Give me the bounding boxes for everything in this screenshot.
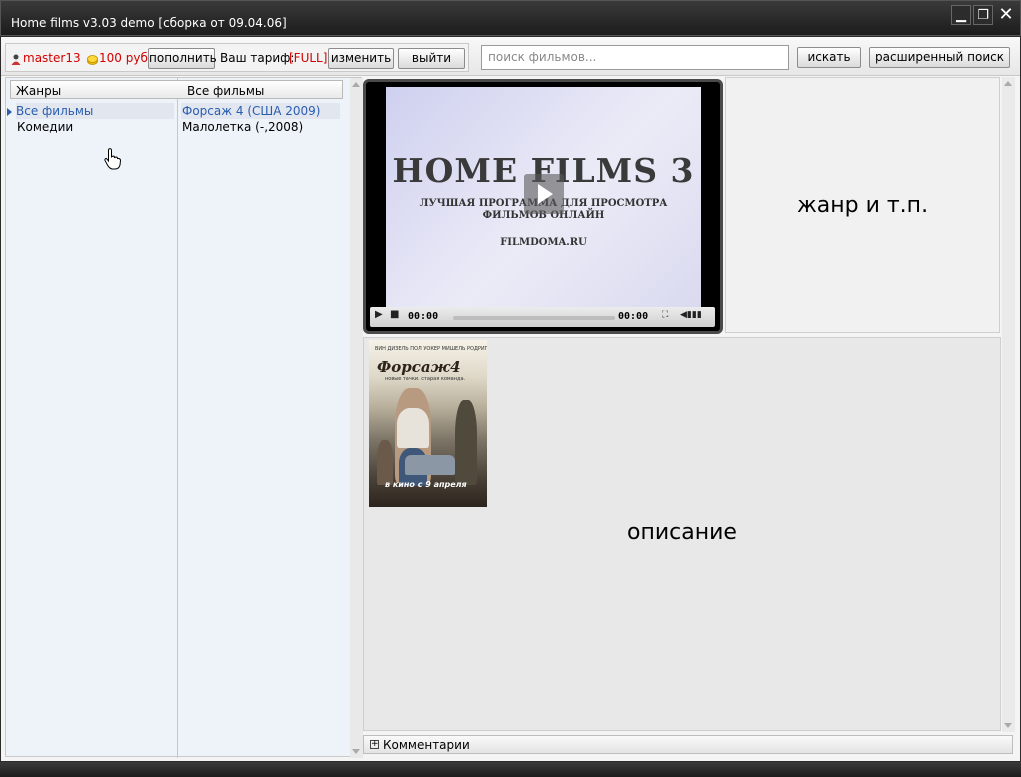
genre-item-label: Комедии [17, 120, 74, 134]
poster-title: Форсаж4 [377, 358, 461, 376]
advanced-search-button[interactable]: расширенный поиск [869, 47, 1010, 68]
progress-track[interactable] [453, 316, 615, 320]
comments-bar[interactable]: + Комментарии [363, 735, 1013, 754]
play-icon [538, 184, 553, 204]
minimize-button[interactable]: ▁ [951, 5, 971, 25]
close-button[interactable]: ✕ [996, 5, 1016, 25]
scroll-down-icon[interactable] [1004, 723, 1012, 728]
poster-cast: ВИН ДИЗЕЛЬ ПОЛ УОКЕР МИШЕЛЬ РОДРИГЕС ДЖО… [375, 346, 487, 352]
coins-icon [87, 55, 98, 65]
client-area: master13 100 руб пополнить Ваш тариф: [F… [1, 37, 1020, 761]
film-details: HOME FILMS 3 ЛУЧШАЯ ПРОГРАММА ДЛЯ ПРОСМО… [362, 77, 1016, 757]
window-title: Home films v3.03 demo [сборка от 09.04.0… [11, 16, 287, 30]
film-item-label: Малолетка (-,2008) [182, 120, 304, 134]
selected-arrow-icon [7, 108, 12, 116]
description-text: описание [627, 520, 737, 545]
genre-info: жанр и т.п. [796, 193, 929, 218]
poster-figure [377, 440, 393, 485]
poster-figure [397, 408, 429, 448]
poster-tagline: новые тачки. старая команда. [385, 376, 466, 382]
restore-button[interactable]: ❐ [973, 5, 993, 25]
details-scrollbar[interactable] [1002, 77, 1015, 732]
poster-release: в кино с 9 апреля [385, 480, 467, 489]
scroll-up-icon[interactable] [352, 82, 360, 87]
toolbar: master13 100 руб пополнить Ваш тариф: [F… [1, 37, 1020, 76]
comments-label: Комментарии [383, 738, 470, 752]
list-header: Жанры Все фильмы [10, 80, 343, 99]
fullscreen-icon[interactable]: ⛶ [662, 310, 668, 320]
time-total: 00:00 [618, 311, 649, 322]
films-header[interactable]: Все фильмы [187, 84, 264, 98]
video-player[interactable]: HOME FILMS 3 ЛУЧШАЯ ПРОГРАММА ДЛЯ ПРОСМО… [363, 79, 723, 334]
logout-button[interactable]: выйти [398, 48, 465, 69]
genres-header[interactable]: Жанры [16, 84, 61, 98]
volume-icon[interactable]: ◀▮▮▮ [680, 310, 702, 320]
account-panel: master13 100 руб пополнить Ваш тариф: [F… [5, 43, 469, 72]
username: master13 [23, 51, 81, 65]
change-tariff-button[interactable]: изменить [328, 48, 394, 69]
balance: 100 руб [99, 51, 148, 65]
genre-item-all[interactable]: Все фильмы [16, 103, 174, 119]
next-window-titlebar [0, 762, 1021, 777]
film-item-fast-furious[interactable]: Форсаж 4 (США 2009) [181, 103, 340, 119]
video-screen[interactable]: HOME FILMS 3 ЛУЧШАЯ ПРОГРАММА ДЛЯ ПРОСМО… [386, 87, 701, 307]
scroll-down-icon[interactable] [352, 749, 360, 754]
play-icon[interactable]: ▶ [375, 309, 383, 320]
title-bar: Home films v3.03 demo [сборка от 09.04.0… [0, 0, 1021, 36]
hand-cursor-icon [104, 148, 122, 170]
film-item-malolet[interactable]: Малолетка (-,2008) [181, 119, 340, 135]
film-item-label: Форсаж 4 (США 2009) [182, 104, 321, 118]
tariff-label: Ваш тариф: [220, 51, 295, 65]
stop-icon[interactable]: ■ [390, 309, 399, 320]
film-poster: ВИН ДИЗЕЛЬ ПОЛ УОКЕР МИШЕЛЬ РОДРИГЕС ДЖО… [369, 340, 487, 507]
poster-car [405, 455, 455, 475]
user-icon [11, 54, 21, 65]
topup-button[interactable]: пополнить [148, 48, 217, 69]
tariff-value: [FULL] [289, 51, 328, 65]
play-overlay-button[interactable] [524, 174, 564, 214]
search-input[interactable]: поиск фильмов... [481, 45, 789, 70]
column-divider [177, 78, 178, 758]
genre-info-panel: жанр и т.п. [725, 77, 1000, 333]
time-elapsed: 00:00 [408, 311, 439, 322]
description-panel: ВИН ДИЗЕЛЬ ПОЛ УОКЕР МИШЕЛЬ РОДРИГЕС ДЖО… [363, 337, 1001, 731]
video-site: FILMDOMA.RU [500, 237, 587, 248]
genre-item-comedy[interactable]: Комедии [17, 119, 175, 135]
player-controls: ▶ ■ 00:00 00:00 ⛶ ◀▮▮▮ [370, 307, 715, 327]
genre-item-label: Все фильмы [16, 104, 94, 118]
expand-icon[interactable]: + [370, 740, 379, 749]
poster-figure [455, 400, 477, 485]
scroll-up-icon[interactable] [1004, 81, 1012, 86]
search-button[interactable]: искать [797, 47, 861, 68]
catalog-lists: Жанры Все фильмы Все фильмы Комедии Форс… [5, 77, 363, 758]
